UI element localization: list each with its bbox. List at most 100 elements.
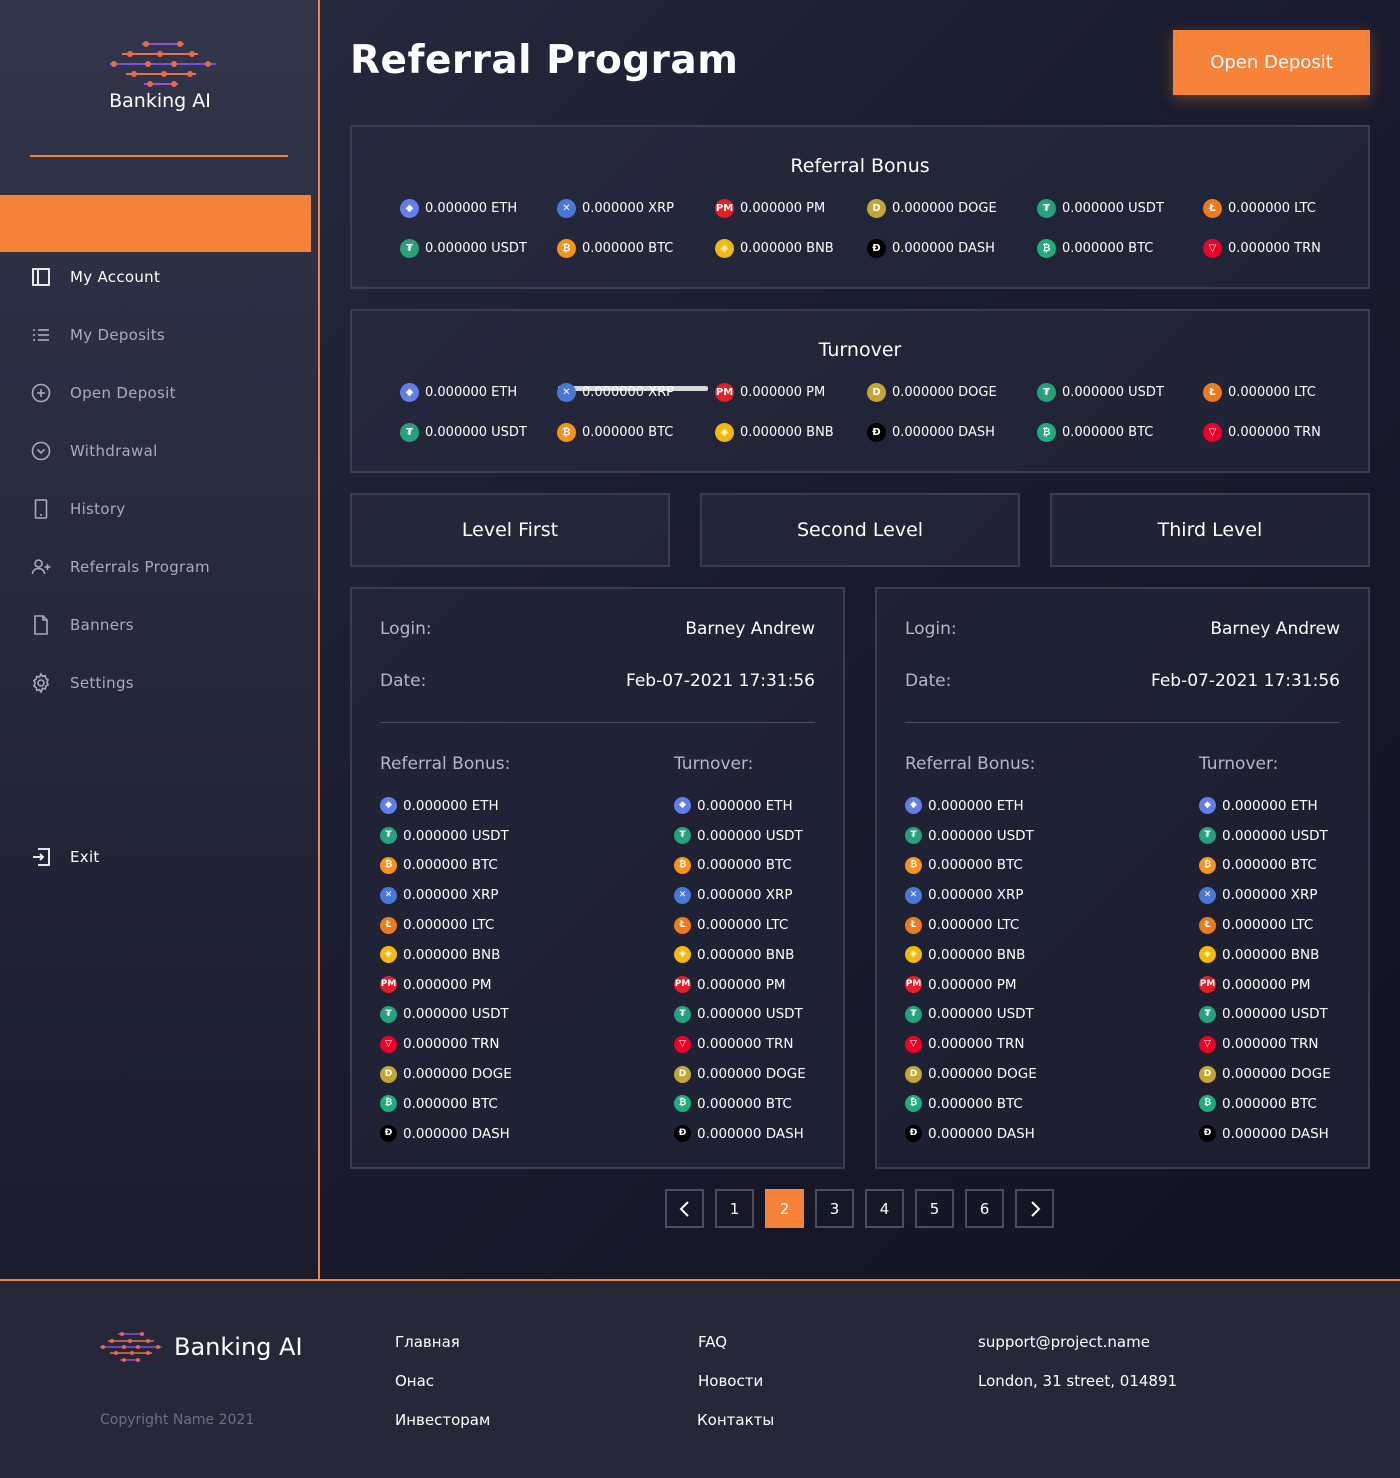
page-button[interactable]: 4 xyxy=(865,1189,904,1228)
usdt-coin-icon: ₮ xyxy=(1037,199,1056,218)
bnb-coin-icon: ◈ xyxy=(715,239,734,258)
next-page-button[interactable] xyxy=(1015,1189,1054,1228)
sidebar-item-referrals-program[interactable]: Referrals Program xyxy=(30,552,210,582)
referral-card: Login: Barney Andrew Date: Feb-07-2021 1… xyxy=(875,587,1370,1169)
list-item: D 0.000000 DOGE xyxy=(674,1059,806,1089)
sidebar-item-my-account[interactable]: My Account xyxy=(30,262,160,292)
coin-amount: 0.000000 XRP xyxy=(1222,887,1318,904)
referral-card: Login: Barney Andrew Date: Feb-07-2021 1… xyxy=(350,587,845,1169)
doge-coin-icon: D xyxy=(674,1065,691,1083)
btcg-coin-icon: ₿ xyxy=(380,1095,397,1113)
list-item: ₿ 0.000000 BTC xyxy=(1199,1089,1331,1119)
sidebar-item-withdrawal[interactable]: Withdrawal xyxy=(30,436,158,466)
coin-list: ◆ 0.000000 ETH ₮ 0.000000 USDT ₿ 0.000000 BTC… xyxy=(380,791,512,1149)
footer-email[interactable]: support@project.name xyxy=(978,1333,1150,1351)
sidebar-item-label: History xyxy=(70,500,126,518)
brand-name: Banking AI xyxy=(109,90,211,112)
coin-amount: 0.000000 ETH xyxy=(425,385,518,400)
page-button-current[interactable]: 2 xyxy=(765,1189,804,1228)
sidebar-item-open-deposit[interactable]: Open Deposit xyxy=(30,378,176,408)
open-deposit-button[interactable]: Open Deposit xyxy=(1173,30,1370,95)
dash-coin-icon: Đ xyxy=(1199,1125,1216,1143)
ltc-coin-icon: Ł xyxy=(1203,199,1222,218)
list-item: ₮ 0.000000 USDT xyxy=(905,821,1037,851)
bonus-column: Referral Bonus: ◆ 0.000000 ETH ₮ 0.000000 U… xyxy=(380,754,512,1149)
btc-coin-icon: ₿ xyxy=(557,423,576,442)
brand-logo[interactable]: Banking AI xyxy=(100,38,220,112)
coin-amount: 0.000000 BTC xyxy=(928,857,1023,874)
coin-amount: 0.000000 TRN xyxy=(928,1036,1025,1053)
coin-amount: 0.000000 USDT xyxy=(928,1006,1034,1023)
sidebar-item-exit[interactable]: Exit xyxy=(30,842,100,872)
page-button[interactable]: 5 xyxy=(915,1189,954,1228)
coin-balance: ◈ 0.000000 BNB xyxy=(715,423,834,442)
btcg-coin-icon: ₿ xyxy=(1037,423,1056,442)
coin-amount: 0.000000 PM xyxy=(697,976,786,993)
tab-second-level[interactable]: Second Level xyxy=(700,493,1020,567)
footer-link[interactable]: Контакты xyxy=(697,1411,774,1429)
coin-amount: 0.000000 DASH xyxy=(892,241,995,256)
trn-coin-icon: ▽ xyxy=(1203,239,1222,258)
coin-amount: 0.000000 XRP xyxy=(582,385,674,400)
trn-coin-icon: ▽ xyxy=(1203,423,1222,442)
usdt-coin-icon: ₮ xyxy=(1199,1005,1216,1023)
tab-third-level[interactable]: Third Level xyxy=(1050,493,1370,567)
footer-link[interactable]: Инвесторам xyxy=(395,1411,490,1429)
list-item: ₿ 0.000000 BTC xyxy=(380,1089,512,1119)
coin-amount: 0.000000 ETH xyxy=(1222,797,1318,814)
usdt-coin-icon: ₮ xyxy=(400,423,419,442)
trn-coin-icon: ▽ xyxy=(380,1035,397,1053)
usdt-coin-icon: ₮ xyxy=(380,1005,397,1023)
panel-title: Referral Bonus xyxy=(790,155,930,177)
coin-balance: Đ 0.000000 DASH xyxy=(867,423,995,442)
pm-coin-icon: PM xyxy=(905,976,922,994)
coin-amount: 0.000000 DASH xyxy=(697,1125,804,1142)
xrp-coin-icon: ✕ xyxy=(1199,886,1216,904)
list-item: ₿ 0.000000 BTC xyxy=(674,851,806,881)
list-item: ₿ 0.000000 BTC xyxy=(905,1089,1037,1119)
page-button[interactable]: 1 xyxy=(715,1189,754,1228)
phone-icon xyxy=(34,499,48,519)
sidebar-item-my-deposits[interactable]: My Deposits xyxy=(30,320,165,350)
footer-link[interactable]: Онас xyxy=(395,1372,434,1390)
tab-level-first[interactable]: Level First xyxy=(350,493,670,567)
coin-balance: PM 0.000000 PM xyxy=(715,199,825,218)
ltc-coin-icon: Ł xyxy=(380,916,397,934)
coin-amount: 0.000000 USDT xyxy=(425,241,527,256)
btcg-coin-icon: ₿ xyxy=(1199,1095,1216,1113)
coin-balance: ₮ 0.000000 USDT xyxy=(400,239,527,258)
sidebar-item-banners[interactable]: Banners xyxy=(30,610,134,640)
footer-link[interactable]: FAQ xyxy=(698,1333,727,1351)
prev-page-button[interactable] xyxy=(665,1189,704,1228)
column-title: Turnover: xyxy=(1199,754,1279,774)
sidebar-item-settings[interactable]: Settings xyxy=(30,668,134,698)
coin-amount: 0.000000 PM xyxy=(1222,976,1311,993)
coin-amount: 0.000000 DOGE xyxy=(403,1066,512,1083)
coin-balance: ◆ 0.000000 ETH xyxy=(400,383,517,402)
coin-amount: 0.000000 USDT xyxy=(697,827,803,844)
coin-amount: 0.000000 BTC xyxy=(697,1095,792,1112)
plus-circle-icon xyxy=(31,383,51,403)
coin-amount: 0.000000 DASH xyxy=(928,1125,1035,1142)
sidebar-item-history[interactable]: History xyxy=(30,494,125,524)
list-item: D 0.000000 DOGE xyxy=(380,1059,512,1089)
brand-network-icon xyxy=(100,1332,162,1362)
list-item: ▽ 0.000000 TRN xyxy=(1199,1029,1331,1059)
usdt-coin-icon: ₮ xyxy=(674,827,691,845)
dash-coin-icon: Đ xyxy=(905,1125,922,1143)
footer-link[interactable]: Главная xyxy=(395,1333,460,1351)
btc-coin-icon: ₿ xyxy=(557,239,576,258)
bnb-coin-icon: ◈ xyxy=(715,423,734,442)
footer-link[interactable]: Новости xyxy=(698,1372,763,1390)
list-item: ✕ 0.000000 XRP xyxy=(1199,880,1331,910)
coin-balance: PM 0.000000 PM xyxy=(715,383,825,402)
coin-amount: 0.000000 PM xyxy=(403,976,492,993)
coin-amount: 0.000000 ETH xyxy=(403,797,499,814)
pm-coin-icon: PM xyxy=(715,199,734,218)
page-button[interactable]: 3 xyxy=(815,1189,854,1228)
coin-amount: 0.000000 BNB xyxy=(403,946,501,963)
footer-logo[interactable]: Banking AI xyxy=(98,1331,303,1363)
page-button[interactable]: 6 xyxy=(965,1189,1004,1228)
list-item: ◈ 0.000000 BNB xyxy=(380,940,512,970)
exit-icon xyxy=(33,848,50,866)
